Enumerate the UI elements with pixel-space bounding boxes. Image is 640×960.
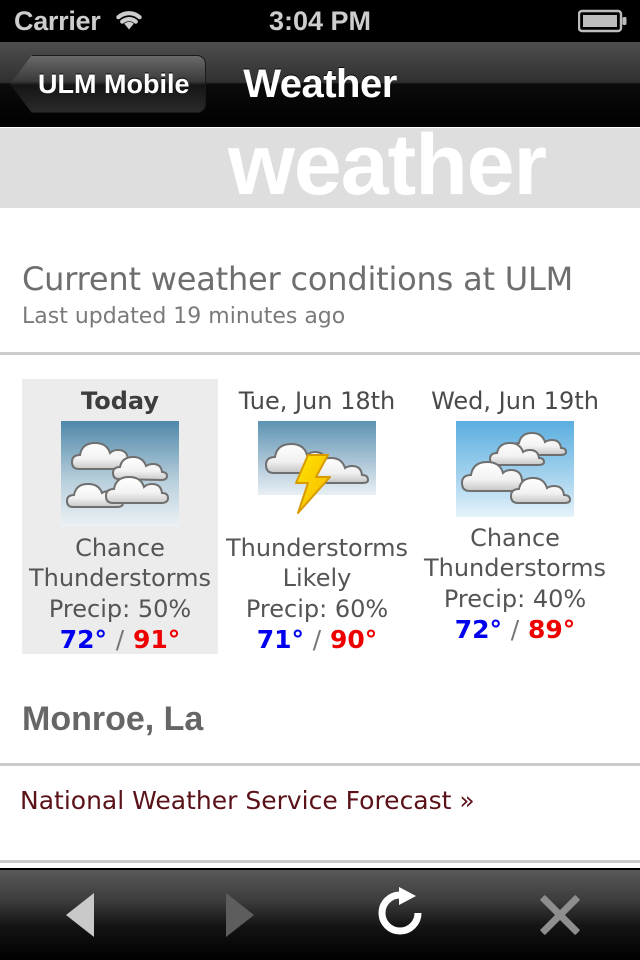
location-label: Monroe, La xyxy=(22,700,204,738)
forecast-card-today[interactable]: Today Chance Thunderstorms Precip: 50% 7… xyxy=(22,379,218,654)
browser-toolbar xyxy=(0,868,640,960)
thunderstorm-icon xyxy=(258,421,376,527)
close-x-icon xyxy=(538,893,582,937)
high-temp: 91° xyxy=(132,625,181,654)
temp-separator: / xyxy=(115,625,125,654)
forecast-condition: Thunderstorms Likely xyxy=(226,533,408,593)
forecast-row: Today Chance Thunderstorms Precip: 50% 7… xyxy=(0,379,640,654)
condition-line-1: Chance xyxy=(470,524,560,552)
forecast-temps: 71° / 90° xyxy=(257,625,377,654)
forecast-day-label: Today xyxy=(81,387,159,415)
forward-arrow-icon xyxy=(226,893,254,937)
condition-line-2: Thunderstorms xyxy=(28,564,212,592)
condition-line-2: Thunderstorms xyxy=(423,554,607,582)
app-screen: Carrier 3:04 PM ULM Mobile Weather weath… xyxy=(0,0,640,960)
weather-banner: weather xyxy=(0,128,640,208)
last-updated-label: Last updated 19 minutes ago xyxy=(22,304,346,329)
reload-button[interactable] xyxy=(320,869,480,960)
condition-line-1: Thunderstorms xyxy=(225,534,409,562)
status-bar: Carrier 3:04 PM xyxy=(0,0,640,42)
clock-label: 3:04 PM xyxy=(268,5,372,36)
forecast-day-label: Wed, Jun 19th xyxy=(431,387,599,415)
banner-word: weather xyxy=(228,128,547,208)
low-temp: 72° xyxy=(59,625,108,654)
forecast-temps: 72° / 91° xyxy=(60,625,180,654)
heading-block: Current weather conditions at ULM Last u… xyxy=(22,260,622,329)
back-nav-button[interactable] xyxy=(0,869,160,960)
forecast-precip: Precip: 40% xyxy=(443,585,587,613)
forecast-condition: Chance Thunderstorms xyxy=(424,523,606,583)
close-button[interactable] xyxy=(480,869,640,960)
page-title: Weather xyxy=(243,62,397,106)
high-temp: 90° xyxy=(329,625,378,654)
forecast-temps: 72° / 89° xyxy=(455,615,575,644)
partly-cloudy-clouds-icon xyxy=(456,421,574,517)
high-temp: 89° xyxy=(527,615,576,644)
divider-location xyxy=(0,763,640,766)
temp-separator: / xyxy=(510,615,520,644)
overcast-clouds-icon xyxy=(61,421,179,527)
back-arrow-icon xyxy=(66,893,94,937)
condition-line-1: Chance xyxy=(75,534,165,562)
section-heading: Current weather conditions at ULM xyxy=(22,260,574,298)
forward-nav-button[interactable] xyxy=(160,869,320,960)
forecast-day-label: Tue, Jun 18th xyxy=(238,387,396,415)
forecast-card-wed[interactable]: Wed, Jun 19th Chance Thunderstorms Preci… xyxy=(416,379,614,654)
divider-bottom xyxy=(0,860,640,863)
nws-forecast-link[interactable]: National Weather Service Forecast » xyxy=(20,786,475,815)
forecast-precip: Precip: 60% xyxy=(245,595,389,623)
divider-top xyxy=(0,352,640,355)
navigation-bar: ULM Mobile Weather xyxy=(0,42,640,127)
forecast-precip: Precip: 50% xyxy=(48,595,192,623)
forecast-condition: Chance Thunderstorms xyxy=(29,533,211,593)
reload-icon xyxy=(372,885,428,945)
temp-separator: / xyxy=(312,625,322,654)
battery-full-icon xyxy=(578,0,628,42)
low-temp: 72° xyxy=(454,615,503,644)
forecast-card-tue[interactable]: Tue, Jun 18th Thunderstorms Likely Preci… xyxy=(218,379,416,654)
low-temp: 71° xyxy=(256,625,305,654)
condition-line-2: Likely xyxy=(282,564,352,592)
